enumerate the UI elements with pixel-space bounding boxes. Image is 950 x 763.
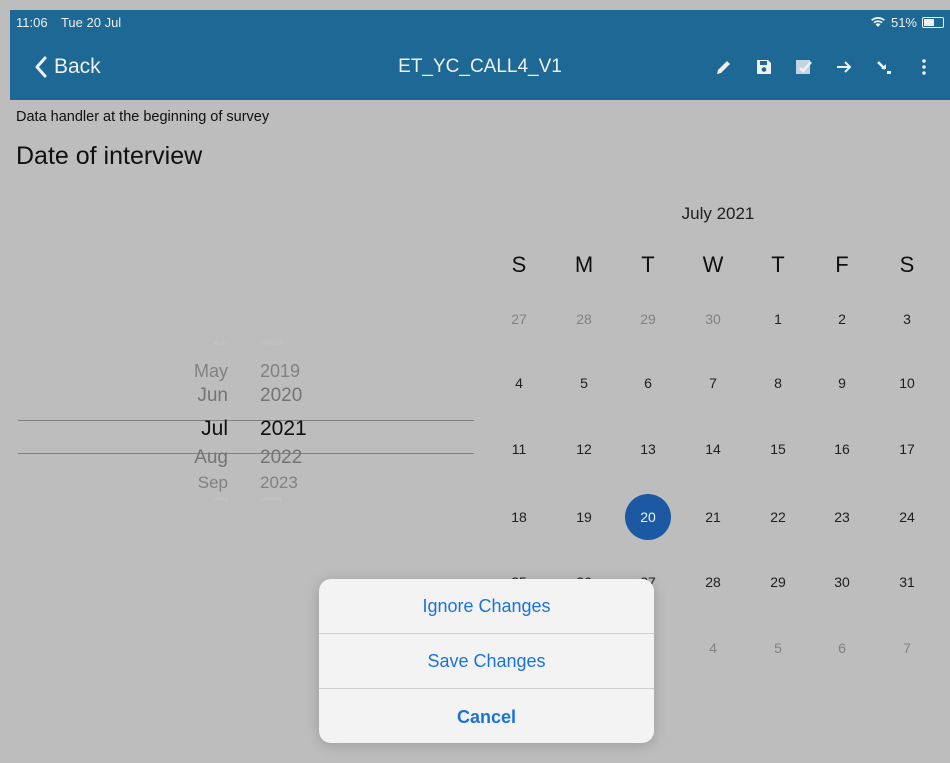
weekday-header: M xyxy=(574,252,594,277)
picker-row[interactable]: Apr 2018 xyxy=(18,340,474,346)
picker-year: 2022 xyxy=(260,447,303,468)
save-icon xyxy=(757,60,771,74)
month-year-picker[interactable]: Apr 2018 May 2019 Jun 2020 Jul 2021 Aug 2022 Sep 20… xyxy=(18,340,474,520)
picker-year: 2019 xyxy=(260,361,301,381)
picker-row[interactable]: Jun 2020 xyxy=(18,385,474,407)
calendar-day[interactable]: 3 xyxy=(884,296,930,342)
weekday-header: T xyxy=(641,252,655,277)
chevron-left-icon xyxy=(35,56,47,78)
calendar-month-label: July 2021 xyxy=(681,204,755,223)
picker-month: Sep xyxy=(197,473,228,492)
ignore-changes-button[interactable]: Ignore Changes xyxy=(319,579,654,634)
calendar-day[interactable]: 13 xyxy=(625,426,671,472)
picker-year: 2021 xyxy=(260,417,307,440)
calendar-day[interactable]: 2 xyxy=(819,296,865,342)
picker-row[interactable]: Aug 2022 xyxy=(18,447,474,469)
edit-button[interactable] xyxy=(712,55,736,79)
calendar-day[interactable]: 7 xyxy=(690,360,736,406)
back-button[interactable]: Back xyxy=(34,34,101,100)
arrow-right-icon xyxy=(837,61,852,73)
validate-button[interactable] xyxy=(792,55,816,79)
status-left: 11:06 Tue 20 Jul xyxy=(16,15,131,30)
calendar-day[interactable]: 11 xyxy=(496,426,542,472)
wifi-icon xyxy=(870,17,885,27)
calendar-day[interactable]: 4 xyxy=(496,360,542,406)
save-button[interactable] xyxy=(752,55,776,79)
question-title: Date of interview xyxy=(16,142,203,170)
nav-toolbar xyxy=(712,34,936,100)
checklist-icon xyxy=(796,60,812,74)
calendar-day[interactable]: 19 xyxy=(561,494,607,540)
calendar-day[interactable]: 30 xyxy=(690,296,736,342)
calendar-day[interactable]: 24 xyxy=(884,494,930,540)
nav-bar: Back ET_YC_CALL4_V1 xyxy=(10,34,950,100)
more-button[interactable] xyxy=(912,55,936,79)
status-bar: 11:06 Tue 20 Jul 51% xyxy=(10,10,950,34)
calendar-day[interactable]: 5 xyxy=(561,360,607,406)
collapse-icon xyxy=(877,61,891,74)
status-right: 51% xyxy=(870,15,944,30)
calendar-day[interactable]: 7 xyxy=(884,625,930,671)
calendar-day[interactable]: 29 xyxy=(755,559,801,605)
picker-month: Jun xyxy=(197,385,228,406)
calendar-day[interactable]: 16 xyxy=(819,426,865,472)
picker-month: Oct xyxy=(212,496,228,503)
calendar-day[interactable]: 9 xyxy=(819,360,865,406)
calendar-day-selected[interactable]: 20 xyxy=(625,494,671,540)
collapse-button[interactable] xyxy=(872,55,896,79)
status-date: Tue 20 Jul xyxy=(60,14,122,30)
calendar-day[interactable]: 12 xyxy=(561,426,607,472)
calendar-day[interactable]: 21 xyxy=(690,494,736,540)
more-icon xyxy=(922,59,926,75)
calendar-day[interactable]: 28 xyxy=(690,559,736,605)
picker-row[interactable]: Sep 2023 xyxy=(18,473,474,493)
calendar-day[interactable]: 22 xyxy=(755,494,801,540)
picker-row[interactable]: May 2019 xyxy=(18,361,474,382)
battery-percent: 51% xyxy=(890,14,917,30)
picker-year: 2023 xyxy=(260,473,298,492)
section-label: Data handler at the beginning of survey xyxy=(16,109,270,125)
calendar-day[interactable]: 6 xyxy=(625,360,671,406)
picker-month: May xyxy=(193,361,228,381)
calendar-day[interactable]: 23 xyxy=(819,494,865,540)
weekday-header: S xyxy=(511,252,527,277)
action-sheet: Ignore Changes Save Changes Cancel xyxy=(319,579,654,743)
calendar-day[interactable]: 15 xyxy=(755,426,801,472)
calendar-day[interactable]: 1 xyxy=(755,296,801,342)
picker-month: Aug xyxy=(194,447,228,468)
calendar-day[interactable]: 18 xyxy=(496,494,542,540)
pencil-icon xyxy=(717,61,730,74)
calendar-day[interactable]: 10 xyxy=(884,360,930,406)
calendar-day[interactable]: 14 xyxy=(690,426,736,472)
calendar-day[interactable]: 28 xyxy=(561,296,607,342)
weekday-header: W xyxy=(702,252,724,277)
calendar-day[interactable]: 27 xyxy=(496,296,542,342)
picker-month: Apr xyxy=(212,340,228,347)
battery-icon xyxy=(922,16,944,28)
calendar-day[interactable]: 5 xyxy=(755,625,801,671)
picker-month: Jul xyxy=(201,417,228,440)
next-button[interactable] xyxy=(832,55,856,79)
calendar-day[interactable]: 30 xyxy=(819,559,865,605)
weekday-header: T xyxy=(771,252,785,277)
picker-year: 2020 xyxy=(260,385,303,406)
calendar-day[interactable]: 31 xyxy=(884,559,930,605)
picker-row[interactable]: Oct 2024 xyxy=(18,496,474,502)
calendar-day[interactable]: 6 xyxy=(819,625,865,671)
cancel-button[interactable]: Cancel xyxy=(319,689,654,743)
calendar-day[interactable]: 17 xyxy=(884,426,930,472)
save-changes-button[interactable]: Save Changes xyxy=(319,634,654,689)
picker-row-selected[interactable]: Jul 2021 xyxy=(18,417,474,441)
calendar-day[interactable]: 29 xyxy=(625,296,671,342)
status-time: 11:06 xyxy=(16,14,48,30)
back-label: Back xyxy=(54,55,101,78)
picker-year: 2018 xyxy=(260,340,283,347)
calendar-day[interactable]: 4 xyxy=(690,625,736,671)
weekday-header: S xyxy=(899,252,915,277)
calendar-day[interactable]: 8 xyxy=(755,360,801,406)
weekday-header: F xyxy=(835,252,849,277)
picker-year: 2024 xyxy=(260,496,283,503)
